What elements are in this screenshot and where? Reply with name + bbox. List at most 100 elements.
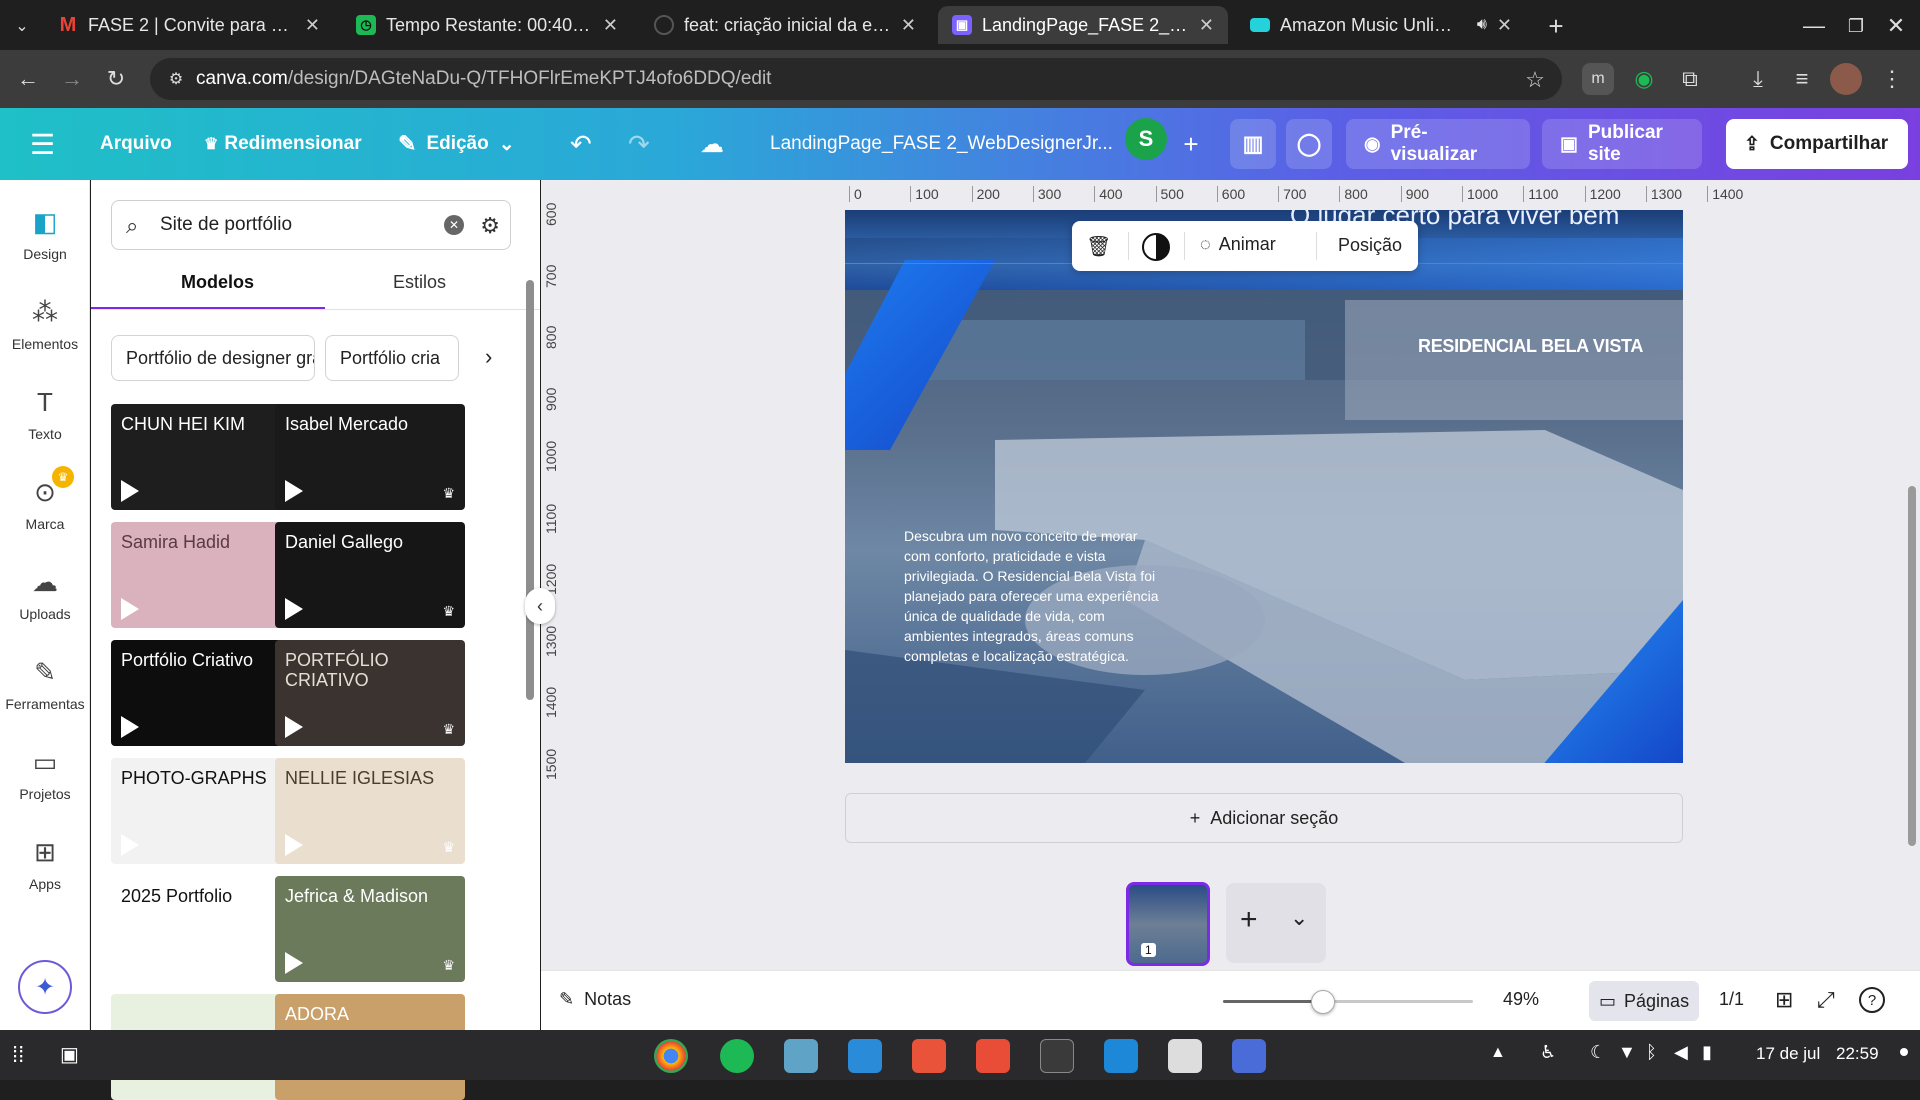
extension-icon[interactable]: m bbox=[1582, 63, 1614, 95]
reload-icon[interactable]: ↻ bbox=[100, 63, 132, 95]
photo-app-icon[interactable] bbox=[912, 1039, 946, 1073]
tab-search-icon[interactable]: ⌄ bbox=[8, 12, 36, 40]
date-label[interactable]: 17 de jul bbox=[1756, 1044, 1820, 1064]
position-button[interactable]: Posição bbox=[1338, 235, 1402, 256]
url-field[interactable]: ⚙ canva.com/design/DAGteNaDu-Q/TFHOFlrEm… bbox=[150, 58, 1562, 100]
publish-button[interactable]: ▣ Publicar site bbox=[1542, 119, 1702, 169]
collapse-panel-icon[interactable]: ‹ bbox=[525, 588, 555, 624]
preview-button[interactable]: ◉ Pré-visualizar bbox=[1346, 119, 1530, 169]
extension-green-icon[interactable]: ◉ bbox=[1628, 63, 1660, 95]
close-icon[interactable]: ✕ bbox=[305, 15, 320, 36]
template-thumbnail[interactable]: Portfólio Criativo♛ bbox=[111, 640, 301, 746]
vscode-icon[interactable] bbox=[1104, 1039, 1138, 1073]
tab-timer[interactable]: ◷ Tempo Restante: 00:40:20 ✕ bbox=[342, 6, 632, 44]
rail-item-elements[interactable]: ⁂ Elementos bbox=[0, 296, 90, 352]
chevron-right-icon[interactable]: › bbox=[485, 344, 492, 370]
description-paragraph[interactable]: Descubra um novo conceito de morar com c… bbox=[904, 526, 1164, 666]
magic-assistant-icon[interactable]: ✦ bbox=[18, 960, 72, 1014]
insights-icon[interactable]: ▥ bbox=[1230, 119, 1276, 169]
suggestion-chip[interactable]: Portfólio de designer grá... bbox=[111, 335, 315, 381]
zoom-slider[interactable] bbox=[1223, 990, 1473, 1014]
template-thumbnail[interactable]: Samira Hadid♛ bbox=[111, 522, 301, 628]
site-info-icon[interactable]: ⚙ bbox=[164, 67, 188, 91]
anydesk-icon[interactable] bbox=[976, 1039, 1010, 1073]
chevron-down-icon[interactable]: ⌄ bbox=[1290, 905, 1308, 931]
text-editor-icon[interactable] bbox=[1232, 1039, 1266, 1073]
template-thumbnail[interactable]: Daniel Gallego ♛ bbox=[275, 522, 465, 628]
minimize-icon[interactable]: — bbox=[1798, 10, 1830, 42]
panel-scrollbar[interactable] bbox=[524, 260, 534, 1020]
zoom-slider-knob[interactable] bbox=[1311, 990, 1335, 1014]
add-page-icon[interactable]: + bbox=[1240, 903, 1258, 937]
template-thumbnail[interactable]: PORTFÓLIO CRIATIVO ♛ bbox=[275, 640, 465, 746]
template-thumbnail[interactable]: Jefrica & Madison ♛ bbox=[275, 876, 465, 982]
tab-github[interactable]: feat: criação inicial da estr ✕ bbox=[640, 6, 930, 44]
file-menu[interactable]: Arquivo bbox=[100, 108, 172, 180]
pages-button[interactable]: ▭ Páginas bbox=[1589, 981, 1699, 1021]
tab-canva[interactable]: ▣ LandingPage_FASE 2_WebI ✕ bbox=[938, 6, 1228, 44]
residencial-title[interactable]: RESIDENCIAL BELA VISTA bbox=[1418, 336, 1643, 357]
close-icon[interactable]: ✕ bbox=[1199, 15, 1214, 36]
canvas-scrollbar-thumb[interactable] bbox=[1908, 486, 1916, 846]
app-launcher-icon[interactable]: ⁞⁞ bbox=[12, 1042, 24, 1068]
template-thumbnail[interactable]: PHOTO-GRAPHS♛ bbox=[111, 758, 301, 864]
browser-menu-icon[interactable]: ⋮ bbox=[1876, 63, 1908, 95]
forward-icon[interactable]: → bbox=[56, 63, 88, 95]
edit-mode-button[interactable]: ✎ Edição ⌄ bbox=[398, 108, 515, 180]
rail-item-uploads[interactable]: ☁ Uploads bbox=[0, 566, 90, 622]
template-thumbnail[interactable]: Isabel Mercado ♛ bbox=[275, 404, 465, 510]
rail-item-design[interactable]: ◧ Design bbox=[0, 206, 90, 262]
tab-models[interactable]: Modelos bbox=[181, 272, 254, 293]
tab-gmail[interactable]: M FASE 2 | Convite para Parti ✕ bbox=[44, 6, 334, 44]
night-mode-icon[interactable]: ☾ bbox=[1590, 1042, 1606, 1063]
extensions-puzzle-icon[interactable]: ⧉ bbox=[1674, 63, 1706, 95]
cloud-save-icon[interactable]: ☁ bbox=[700, 108, 724, 180]
document-title[interactable]: LandingPage_FASE 2_WebDesignerJr... bbox=[770, 108, 1113, 180]
close-icon[interactable]: ✕ bbox=[603, 15, 618, 36]
files-icon[interactable] bbox=[784, 1039, 818, 1073]
window-close-icon[interactable]: ✕ bbox=[1880, 10, 1912, 42]
color-contrast-icon[interactable] bbox=[1142, 233, 1170, 261]
rail-item-apps[interactable]: ⊞ Apps bbox=[0, 836, 90, 892]
help-icon[interactable]: ? bbox=[1859, 987, 1885, 1013]
share-button[interactable]: ⇪ Compartilhar bbox=[1726, 119, 1908, 169]
tab-styles[interactable]: Estilos bbox=[393, 272, 446, 293]
bookmark-star-icon[interactable]: ☆ bbox=[1522, 67, 1548, 93]
back-icon[interactable]: ← bbox=[12, 63, 44, 95]
scrollbar-thumb[interactable] bbox=[526, 280, 534, 700]
document-viewer-icon[interactable] bbox=[1168, 1039, 1202, 1073]
resize-button[interactable]: ♛ Redimensionar bbox=[204, 108, 362, 180]
zoom-level[interactable]: 49% bbox=[1503, 989, 1539, 1010]
rail-item-brand[interactable]: ⊙ Marca bbox=[0, 476, 90, 532]
filter-icon[interactable]: ⚙ bbox=[480, 213, 500, 239]
volume-icon[interactable]: ◀ bbox=[1674, 1042, 1688, 1063]
time-label[interactable]: 22:59 bbox=[1836, 1044, 1879, 1064]
tray-up-icon[interactable]: ▲ bbox=[1490, 1044, 1506, 1062]
rail-item-tools[interactable]: ✎ Ferramentas bbox=[0, 656, 90, 712]
avatar[interactable]: S bbox=[1125, 118, 1167, 160]
notes-button[interactable]: ✎ Notas bbox=[559, 989, 631, 1010]
template-thumbnail[interactable]: 2025 Portfolio♛ bbox=[111, 876, 301, 982]
spotify-icon[interactable] bbox=[720, 1039, 754, 1073]
clear-search-icon[interactable]: ✕ bbox=[444, 215, 464, 235]
calculator-icon[interactable] bbox=[1040, 1039, 1074, 1073]
close-icon[interactable]: ✕ bbox=[1497, 15, 1512, 36]
chrome-icon[interactable] bbox=[654, 1039, 688, 1073]
fullscreen-icon[interactable]: ⤢ bbox=[1817, 987, 1835, 1013]
page-counter[interactable]: 1/1 bbox=[1719, 989, 1744, 1010]
rail-item-text[interactable]: T Texto bbox=[0, 386, 90, 442]
design-page[interactable]: O lugar certo para viver bem RESIDENCIAL… bbox=[845, 210, 1683, 763]
profile-avatar-icon[interactable] bbox=[1830, 63, 1862, 95]
new-tab-icon[interactable]: + bbox=[1540, 10, 1572, 42]
rail-item-projects[interactable]: ▭ Projetos bbox=[0, 746, 90, 802]
speaker-icon[interactable]: 🔊︎ bbox=[1477, 16, 1487, 34]
comment-icon[interactable]: ◯ bbox=[1286, 119, 1332, 169]
grid-view-icon[interactable]: ⊞ bbox=[1775, 987, 1793, 1013]
redo-icon[interactable]: ↷ bbox=[628, 108, 650, 180]
tab-amazon-music[interactable]: Amazon Music Unlimite 🔊︎ ✕ bbox=[1236, 6, 1526, 44]
trash-icon[interactable]: 🗑︎ bbox=[1086, 234, 1111, 259]
page-thumbnail[interactable]: 1 bbox=[1126, 882, 1210, 966]
menu-icon[interactable]: ☰ bbox=[30, 108, 55, 180]
animate-button[interactable]: ◌ Animar bbox=[1200, 234, 1276, 255]
bluetooth-icon[interactable]: ᛒ bbox=[1646, 1042, 1657, 1063]
